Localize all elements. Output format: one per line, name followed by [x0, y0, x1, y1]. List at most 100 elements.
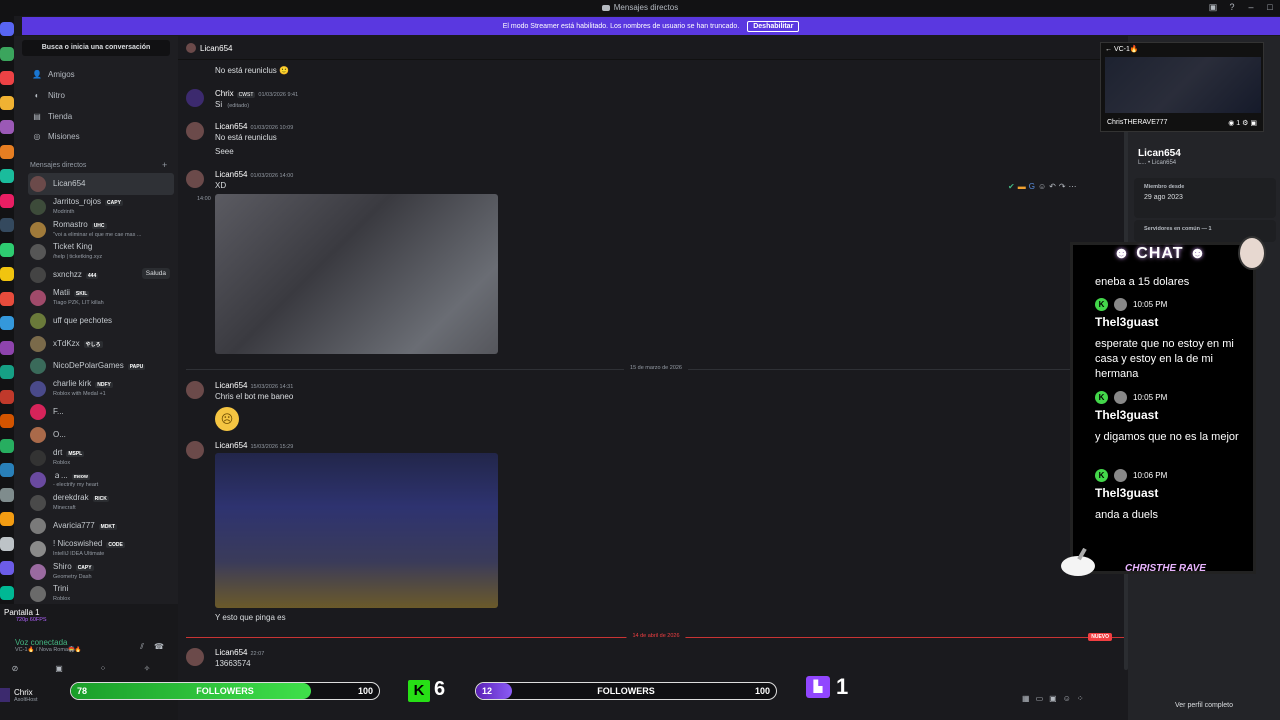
- voice-channel-preview[interactable]: ← VC-1🔥 ChrisTHERAVE777 ◉ 1 ⚙ ▣: [1100, 42, 1264, 132]
- message-author[interactable]: Lican654: [215, 122, 247, 131]
- notification-icon[interactable]: ▣: [1207, 2, 1219, 14]
- dm-item[interactable]: "voi a eliminar el que me cae mas ... Rom…: [28, 219, 174, 241]
- activities-icon[interactable]: ⁘: [96, 664, 110, 676]
- server-icon[interactable]: [0, 46, 14, 61]
- help-icon[interactable]: ?: [1226, 2, 1238, 14]
- view-full-profile-link[interactable]: Ver perfil completo: [1128, 702, 1280, 709]
- gif-icon[interactable]: ▭: [1036, 694, 1050, 703]
- server-icon[interactable]: [0, 291, 14, 306]
- popout-icon[interactable]: ▣: [1250, 120, 1257, 127]
- message-author[interactable]: Lican654: [215, 170, 247, 179]
- message-author[interactable]: Lican654: [215, 648, 247, 657]
- server-icon[interactable]: [0, 144, 14, 159]
- dm-item[interactable]: - electrify my heart ａ... meow: [28, 469, 174, 491]
- image-attachment[interactable]: [215, 453, 498, 608]
- server-icon[interactable]: [0, 169, 14, 183]
- nav-quests[interactable]: ◎ Misiones: [32, 132, 80, 141]
- server-icon[interactable]: [0, 71, 14, 85]
- dm-item[interactable]: xTdKzx やしろ: [28, 333, 174, 355]
- streamer-logo-icon: [1061, 548, 1095, 576]
- nav-friends[interactable]: 👤 Amigos: [32, 70, 75, 79]
- clan-tag: PAPU: [127, 364, 146, 371]
- dm-item[interactable]: O...: [28, 424, 174, 446]
- server-icon[interactable]: [0, 536, 14, 551]
- settings-icon[interactable]: ⚙: [1242, 120, 1248, 127]
- server-icon[interactable]: [0, 463, 14, 477]
- dm-item[interactable]: Avaricia777 MDKT: [28, 515, 174, 537]
- server-icon[interactable]: [0, 22, 14, 36]
- apps-icon[interactable]: ⁘: [1077, 694, 1090, 703]
- server-icon[interactable]: [0, 487, 14, 502]
- clan-tag: UHC: [91, 222, 107, 229]
- dm-status: Geometry Dash: [53, 573, 92, 580]
- server-icon[interactable]: [0, 316, 14, 330]
- server-icon[interactable]: [0, 365, 14, 379]
- dm-item[interactable]: Tiago PZK, LIT killah Matii SKIL: [28, 287, 174, 309]
- soundboard-icon[interactable]: ✧: [140, 664, 154, 676]
- message-time: 15/03/2026 15:29: [250, 444, 294, 450]
- search-input[interactable]: Busca o inicia una conversación: [22, 40, 170, 56]
- maximize-button[interactable]: □: [1264, 2, 1276, 14]
- server-icon[interactable]: [0, 218, 14, 232]
- dm-item[interactable]: Geometry Dash Shiro CAPY: [28, 561, 174, 583]
- gift-icon[interactable]: ▦: [1022, 694, 1036, 703]
- dm-item[interactable]: Modrinth Jarritos_rojos CAPY: [28, 196, 174, 218]
- camera-off-icon[interactable]: ⊘: [8, 664, 22, 676]
- screen-share-icon[interactable]: ▣: [52, 664, 66, 676]
- disconnect-icon[interactable]: ☎: [152, 642, 166, 654]
- dm-item[interactable]: Roblox with Medal +1 charlie kirk NDFY: [28, 378, 174, 400]
- server-icon[interactable]: [0, 414, 14, 428]
- server-icon[interactable]: [0, 120, 14, 134]
- message-time: 15/03/2026 14:31: [250, 384, 294, 390]
- server-icon[interactable]: [0, 95, 14, 110]
- translate-icon[interactable]: G: [1029, 182, 1038, 191]
- clan-tag: CAPY: [75, 564, 94, 571]
- server-icon[interactable]: [0, 438, 14, 453]
- avatar: [186, 89, 204, 107]
- sticker-icon[interactable]: ▣: [1049, 694, 1063, 703]
- dm-item[interactable]: uff que pechotes: [28, 310, 174, 332]
- check-icon[interactable]: ✔: [1008, 182, 1018, 191]
- server-icon[interactable]: [0, 585, 14, 600]
- server-icon[interactable]: [0, 193, 14, 208]
- dm-item[interactable]: IntelliJ IDEA Ultimate ! Nicoswished CODE: [28, 538, 174, 560]
- reply-icon[interactable]: ↶: [1049, 182, 1059, 191]
- more-icon[interactable]: ⋯: [1069, 182, 1080, 191]
- add-reaction-icon[interactable]: ☺: [1038, 182, 1049, 191]
- noise-suppression-icon[interactable]: ⫽: [135, 642, 149, 654]
- emoji-icon[interactable]: ☺: [1063, 694, 1077, 703]
- dm-item[interactable]: /help | ticketking.xyz Ticket King: [28, 241, 174, 263]
- dm-item[interactable]: Lican654: [28, 173, 174, 195]
- nav-nitro[interactable]: ◐ Nitro: [32, 91, 65, 100]
- current-user[interactable]: Chrix AsoltHost: [0, 688, 38, 703]
- avatar: [30, 540, 46, 557]
- image-attachment[interactable]: [215, 194, 498, 354]
- message-author[interactable]: Lican654: [215, 441, 247, 450]
- server-icon[interactable]: [0, 242, 14, 257]
- dm-item[interactable]: Minecraft derekdrak RICK: [28, 492, 174, 514]
- wave-button[interactable]: Saluda: [141, 268, 170, 280]
- server-icon[interactable]: [0, 561, 14, 575]
- nav-shop[interactable]: ▤ Tienda: [32, 112, 72, 121]
- new-dm-icon[interactable]: +: [162, 160, 167, 170]
- dm-item[interactable]: F...: [28, 401, 174, 423]
- dm-name-text: Romastro: [53, 219, 88, 229]
- dm-item[interactable]: Roblox Trini: [28, 583, 174, 605]
- forward-icon[interactable]: ↷: [1059, 182, 1069, 191]
- server-icon[interactable]: [0, 389, 14, 404]
- server-icon[interactable]: [0, 267, 14, 281]
- dm-status: /help | ticketking.xyz: [53, 254, 103, 261]
- message-author[interactable]: Chrix: [215, 89, 234, 98]
- disable-streamer-button[interactable]: Deshabilitar: [747, 21, 800, 32]
- server-icon[interactable]: [0, 340, 14, 355]
- dm-item[interactable]: sxnchzz 444 Saluda: [28, 264, 174, 286]
- inbox-icon: [601, 4, 610, 11]
- server-icon[interactable]: [0, 512, 14, 526]
- dm-item[interactable]: Roblox drt MSPL: [28, 447, 174, 469]
- message-author[interactable]: Lican654: [215, 381, 247, 390]
- message-actions: ✔▬G☺↶↷⋯: [1008, 182, 1080, 191]
- flag-icon[interactable]: ▬: [1018, 182, 1029, 191]
- minimize-button[interactable]: –: [1245, 2, 1257, 14]
- avatar: [30, 563, 46, 580]
- dm-item[interactable]: NicoDePolarGames PAPU: [28, 355, 174, 377]
